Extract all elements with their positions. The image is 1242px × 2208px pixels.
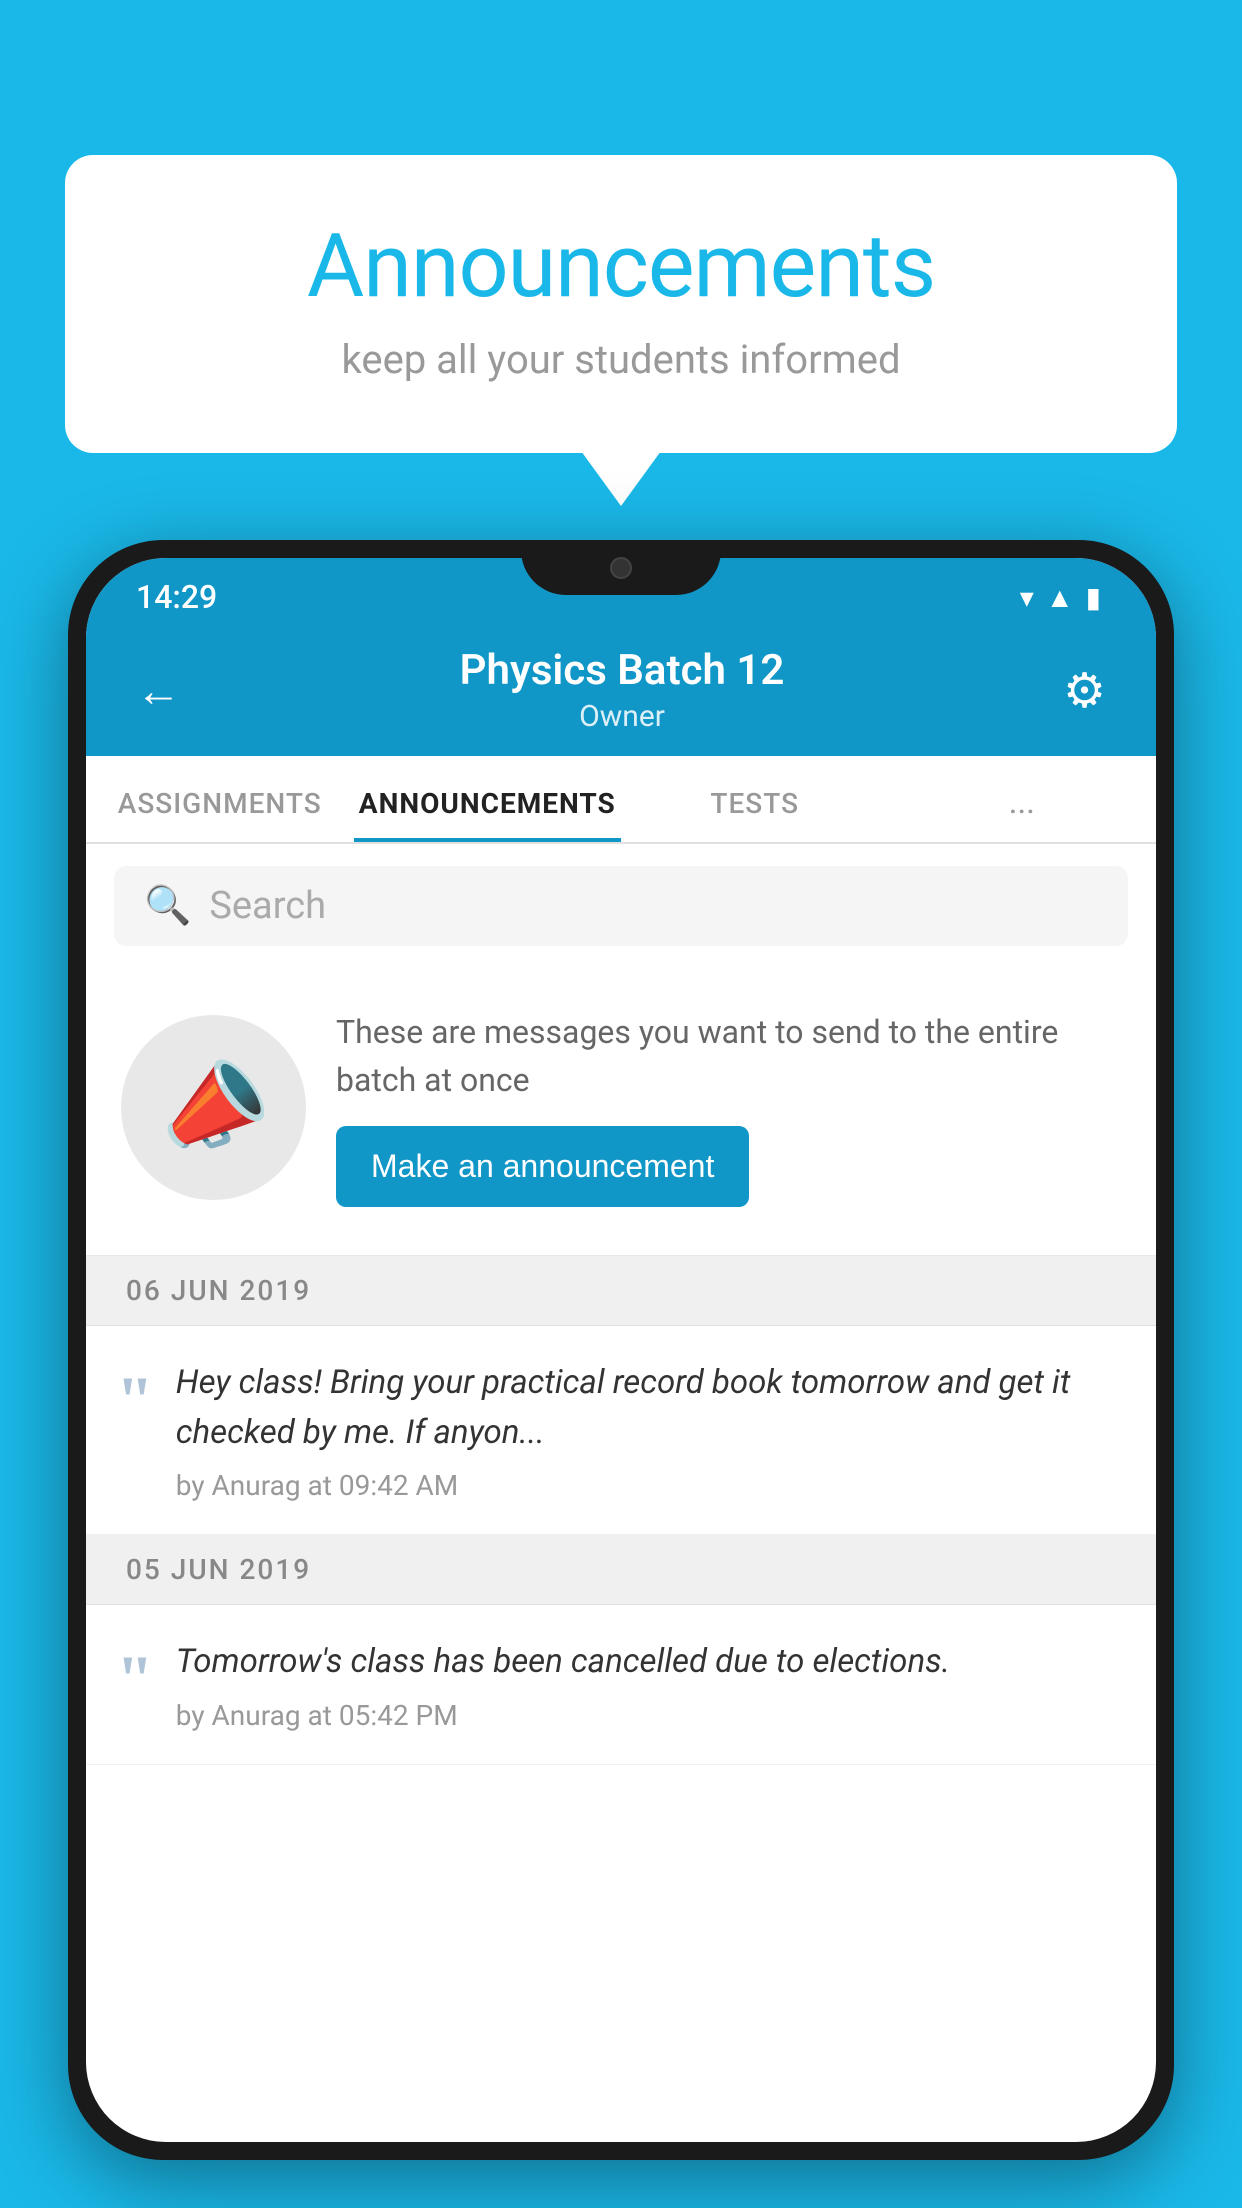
phone-outer: 14:29 ▾ ▲ ▮ ← Physics Batch 12 Owner ⚙ A…: [68, 540, 1174, 2208]
speech-bubble-arrow: [581, 451, 661, 506]
promo-description: These are messages you want to send to t…: [336, 1008, 1121, 1104]
phone-frame: 14:29 ▾ ▲ ▮ ← Physics Batch 12 Owner ⚙ A…: [68, 540, 1174, 2160]
search-placeholder: Search: [209, 884, 326, 928]
status-time: 14:29: [136, 578, 217, 616]
app-header: ← Physics Batch 12 Owner ⚙: [86, 628, 1156, 756]
megaphone-circle: 📣: [121, 1015, 306, 1200]
tabs-container: ASSIGNMENTS ANNOUNCEMENTS TESTS ...: [86, 756, 1156, 844]
settings-icon[interactable]: ⚙: [1063, 662, 1106, 719]
back-button[interactable]: ←: [136, 664, 181, 717]
tab-more[interactable]: ...: [889, 787, 1157, 842]
speech-bubble-card: Announcements keep all your students inf…: [65, 155, 1177, 453]
wifi-icon: ▾: [1020, 581, 1034, 614]
search-icon: 🔍: [144, 884, 191, 928]
announcement-message-1: Hey class! Bring your practical record b…: [176, 1358, 1121, 1457]
status-icons: ▾ ▲ ▮: [1020, 581, 1101, 614]
make-announcement-button[interactable]: Make an announcement: [336, 1126, 749, 1207]
header-center: Physics Batch 12 Owner: [460, 646, 785, 734]
phone-notch: [521, 540, 721, 595]
date-divider-2: 05 JUN 2019: [86, 1535, 1156, 1605]
tab-tests[interactable]: TESTS: [621, 787, 889, 842]
quote-icon-2: ": [116, 1645, 154, 1713]
announcement-content-1: Hey class! Bring your practical record b…: [176, 1358, 1121, 1502]
speech-bubble-section: Announcements keep all your students inf…: [65, 155, 1177, 506]
announcement-message-2: Tomorrow's class has been cancelled due …: [176, 1637, 1121, 1687]
camera-dot: [610, 557, 632, 579]
battery-icon: ▮: [1086, 581, 1101, 614]
speech-bubble-title: Announcements: [145, 215, 1097, 318]
promo-content: These are messages you want to send to t…: [336, 1008, 1121, 1207]
announcement-item-1: " Hey class! Bring your practical record…: [86, 1326, 1156, 1535]
search-container: 🔍 Search: [86, 844, 1156, 968]
announcement-item-2: " Tomorrow's class has been cancelled du…: [86, 1605, 1156, 1765]
announcement-meta-1: by Anurag at 09:42 AM: [176, 1469, 1121, 1502]
signal-icon: ▲: [1046, 581, 1074, 614]
speech-bubble-subtitle: keep all your students informed: [145, 336, 1097, 383]
announcement-meta-2: by Anurag at 05:42 PM: [176, 1699, 1121, 1732]
tab-assignments[interactable]: ASSIGNMENTS: [86, 787, 354, 842]
search-bar[interactable]: 🔍 Search: [114, 866, 1128, 946]
quote-icon-1: ": [116, 1366, 154, 1434]
megaphone-icon: 📣: [146, 1042, 281, 1172]
header-title: Physics Batch 12: [460, 646, 785, 695]
date-divider-1: 06 JUN 2019: [86, 1256, 1156, 1326]
announcement-content-2: Tomorrow's class has been cancelled due …: [176, 1637, 1121, 1732]
phone-screen: 14:29 ▾ ▲ ▮ ← Physics Batch 12 Owner ⚙ A…: [86, 558, 1156, 2142]
header-subtitle: Owner: [460, 699, 785, 734]
tab-announcements[interactable]: ANNOUNCEMENTS: [354, 787, 622, 842]
promo-section: 📣 These are messages you want to send to…: [86, 968, 1156, 1256]
